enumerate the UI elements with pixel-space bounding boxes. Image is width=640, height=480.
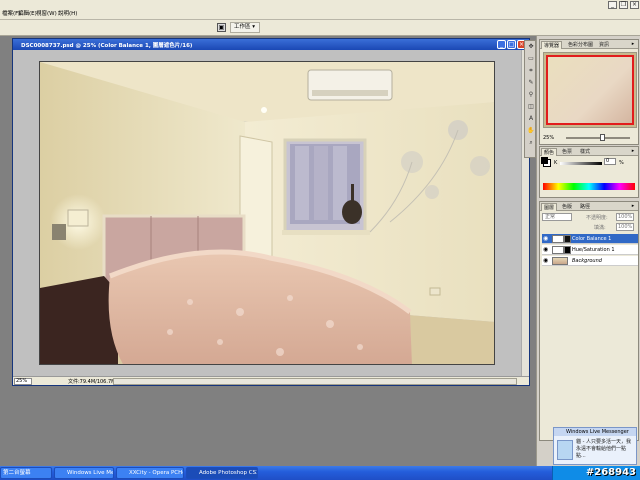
eye-icon[interactable]: ◉ (543, 236, 549, 242)
watermark: #268943 (585, 467, 636, 478)
tab-navigator[interactable]: 導覽器 (541, 41, 563, 49)
document-statusbar: 25% 文件:79.4M/106.7M (13, 376, 529, 385)
layers-panel: 圖層 色版 路徑 ▸ 正常 不透明度: 100% 填滿: 100% ◉ Colo… (539, 201, 639, 441)
adjustment-thumb-icon (552, 246, 564, 254)
taskbar-button-opera[interactable]: XXCity - Opera PCHo... (116, 467, 184, 479)
layer-row-hue-saturation[interactable]: ◉ Hue/Saturation 1 (542, 245, 638, 255)
doc-maximize-icon[interactable]: □ (507, 40, 516, 49)
fill-label: 填滿: (594, 225, 606, 231)
color-panel: 顏色 色票 樣式 ▸ K 0 % (539, 146, 639, 198)
minimize-icon[interactable]: _ (608, 1, 617, 9)
zoom-field[interactable]: 25% (14, 378, 32, 385)
document-titlebar[interactable]: DSC0008737.psd @ 25% (Color Balance 1, 圖… (13, 39, 529, 50)
layer-name: Hue/Saturation 1 (572, 247, 615, 253)
opacity-label: 不透明度: (586, 215, 608, 221)
layers-list: ◉ Color Balance 1 ◉ Hue/Saturation 1 ◉ B… (540, 234, 640, 274)
opacity-field[interactable]: 100% (616, 213, 634, 221)
panel-menu-icon[interactable]: ▸ (630, 203, 636, 209)
menu-bar: 檔案(F) 編輯(E) 視窗(W) 說明(H) _ ❐ × (0, 0, 640, 20)
options-bar: ▣ 工作區 ▾ (0, 20, 640, 36)
adjustment-thumb-icon (552, 235, 564, 243)
navigator-zoom-handle[interactable] (600, 134, 605, 141)
navigator-view-box[interactable] (546, 55, 634, 125)
taskbar: 第二台螢幕 Windows Live Messen... XXCity - Op… (0, 466, 640, 480)
layer-name: Background (572, 258, 602, 264)
background-thumb-icon (552, 257, 568, 265)
tab-paths[interactable]: 路徑 (578, 203, 592, 211)
taskbar-button-screen2[interactable]: 第二台螢幕 (0, 467, 52, 479)
tab-color[interactable]: 顏色 (541, 148, 558, 156)
layer-name: Color Balance 1 (572, 236, 612, 242)
foreground-color-swatch[interactable] (541, 157, 548, 164)
layer-row-background[interactable]: ◉ Background (542, 256, 638, 266)
eraser-tool-icon[interactable]: ◫ (527, 103, 535, 111)
restore-icon[interactable]: ❐ (619, 1, 628, 9)
navigator-tabs: 導覽器 色彩分布圖 資訊 ▸ (540, 40, 638, 49)
move-tool-icon[interactable]: ✥ (527, 43, 535, 51)
color-ramp[interactable] (543, 183, 635, 190)
stamp-tool-icon[interactable]: ⚲ (527, 91, 535, 99)
layer-row-color-balance[interactable]: ◉ Color Balance 1 (542, 234, 638, 244)
type-tool-icon[interactable]: A (527, 115, 535, 123)
zoom-tool-icon[interactable]: ⌕ (527, 139, 535, 147)
color-tabs: 顏色 色票 樣式 ▸ (540, 147, 638, 156)
document-title: DSC0008737.psd @ 25% (Color Balance 1, 圖… (21, 43, 193, 49)
tab-channels[interactable]: 色版 (560, 203, 574, 211)
contact-avatar (557, 440, 573, 460)
layers-tabs: 圖層 色版 路徑 ▸ (540, 202, 638, 211)
menu-edit[interactable]: 編輯(E) (18, 9, 37, 17)
taskbar-button-messenger[interactable]: Windows Live Messen... (54, 467, 114, 479)
eye-icon[interactable]: ◉ (543, 258, 549, 264)
fill-field[interactable]: 100% (616, 223, 634, 231)
doc-minimize-icon[interactable]: _ (497, 40, 506, 49)
mask-thumb-icon[interactable] (564, 246, 571, 254)
horizontal-scrollbar[interactable] (113, 378, 517, 385)
tab-swatches[interactable]: 色票 (560, 148, 574, 156)
color-k-field[interactable]: 0 (604, 158, 616, 165)
bedroom-photo (39, 61, 495, 365)
messenger-text: 貓 - 人只要多活一天，我永遠不會輸給他們一點點... (576, 439, 631, 459)
menu-window[interactable]: 視窗(W) (36, 9, 57, 17)
workspace-button[interactable]: 工作區 ▾ (230, 22, 260, 33)
panel-menu-icon[interactable]: ▸ (630, 41, 636, 47)
tab-info[interactable]: 資訊 (597, 41, 611, 49)
brush-tool-icon[interactable]: ✎ (527, 79, 535, 87)
hand-tool-icon[interactable]: ✋ (527, 127, 535, 135)
system-tray: #268943 (552, 466, 640, 480)
tab-histogram[interactable]: 色彩分布圖 (566, 41, 595, 49)
color-k-label: K (554, 160, 558, 166)
toolbox: ✥ ▭ ⌗ ✎ ⚲ ◫ A ✋ ⌕ (524, 40, 536, 158)
navigator-zoom: 25% (543, 135, 555, 141)
mask-thumb-icon[interactable] (564, 235, 571, 243)
color-k-slider[interactable] (560, 162, 602, 165)
panels-dock: 導覽器 色彩分布圖 資訊 ▸ 25% 顏色 色票 樣式 ▸ K 0 % 圖層 色… (536, 36, 640, 466)
eye-icon[interactable]: ◉ (543, 247, 549, 253)
crop-tool-icon[interactable]: ⌗ (527, 67, 535, 75)
marquee-tool-icon[interactable]: ▭ (527, 55, 535, 63)
menu-help[interactable]: 說明(H) (58, 9, 77, 17)
navigator-zoom-slider[interactable] (566, 137, 630, 139)
document-info: 文件:79.4M/106.7M (68, 379, 116, 385)
taskbar-button-photoshop[interactable]: Adobe Photoshop CS3... (186, 467, 258, 479)
messenger-notification[interactable]: Windows Live Messenger 貓 - 人只要多活一天，我永遠不會… (553, 427, 637, 465)
tab-layers[interactable]: 圖層 (541, 203, 558, 211)
bridge-icon[interactable]: ▣ (217, 23, 226, 32)
messenger-title: Windows Live Messenger (554, 428, 636, 436)
tab-styles[interactable]: 樣式 (578, 148, 592, 156)
navigator-panel: 導覽器 色彩分布圖 資訊 ▸ 25% (539, 39, 639, 145)
panel-menu-icon[interactable]: ▸ (630, 148, 636, 154)
blend-mode-select[interactable]: 正常 (542, 213, 572, 221)
close-icon[interactable]: × (630, 1, 639, 9)
color-k-unit: % (619, 160, 624, 166)
navigator-preview[interactable] (543, 52, 637, 128)
